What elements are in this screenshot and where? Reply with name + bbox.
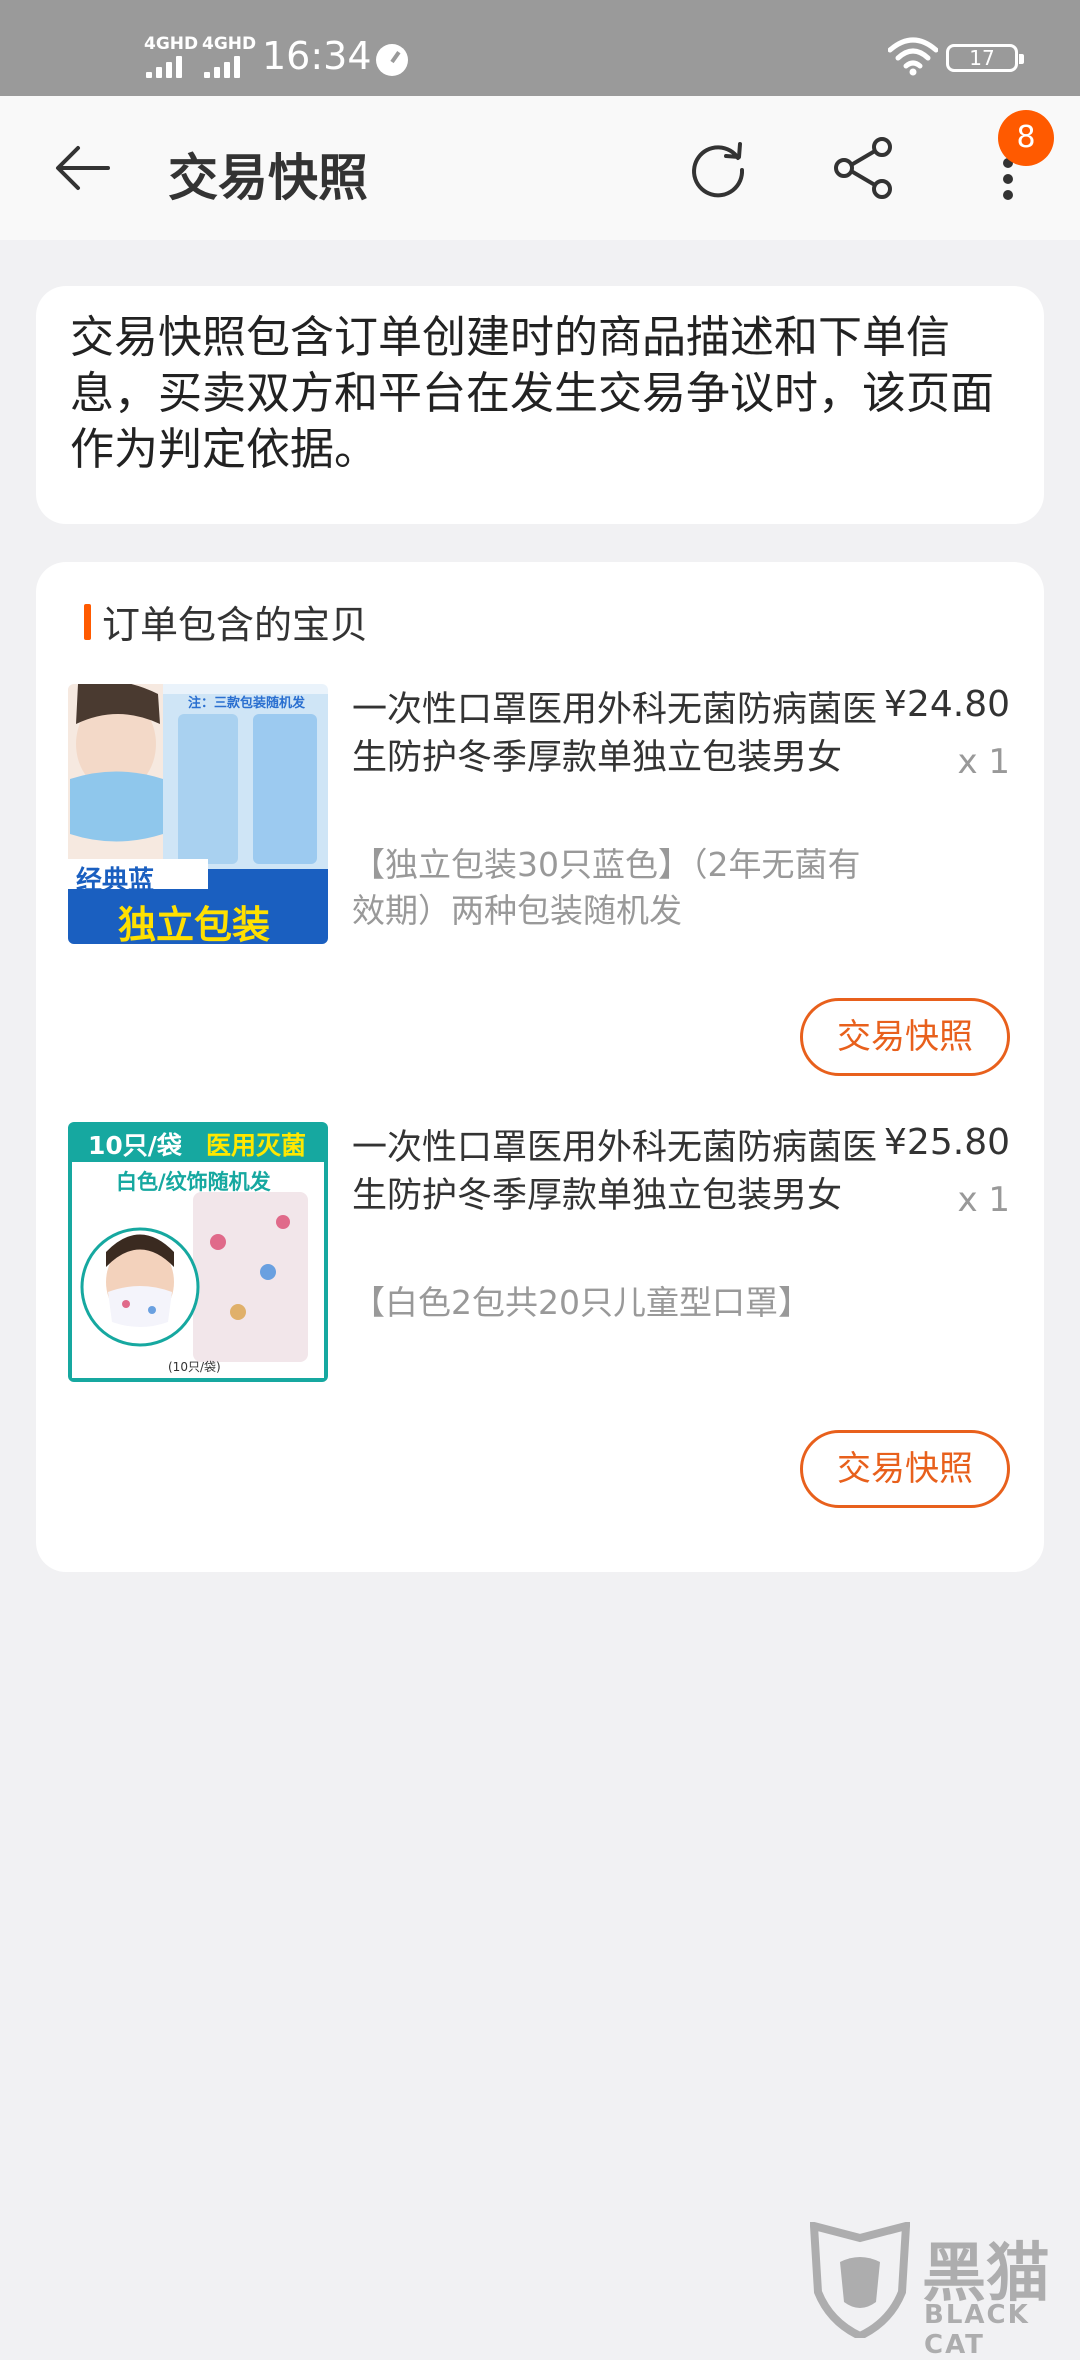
image-note: 注：三款包装随机发	[188, 696, 306, 711]
product-price: ¥24.80	[884, 684, 1010, 725]
network-type-1: 4GHD	[144, 34, 199, 54]
goods-card: 订单包含的宝贝 注：三款包装随机发 经典蓝 独立包装 一次性口罩医用外科无菌防病…	[36, 562, 1044, 1572]
watermark-en: BLACK CAT	[924, 2300, 1030, 2360]
product-name[interactable]: 一次性口罩医用外科无菌防病菌医生防护冬季厚款单独立包装男女	[352, 1124, 878, 1220]
section-marker	[84, 604, 91, 640]
product-price: ¥25.80	[884, 1122, 1010, 1163]
image-tag-1: 经典蓝	[76, 866, 155, 896]
info-text: 交易快照包含订单创建时的商品描述和下单信息，买卖双方和平台在发生交易争议时，该页…	[70, 312, 994, 475]
product-spec: 【白色2包共20只儿童型口罩】	[352, 1283, 811, 1322]
product-quantity: x 1	[957, 742, 1010, 782]
black-cat-logo-icon	[810, 2222, 910, 2338]
battery-icon: 17	[946, 44, 1024, 72]
image-foot-text: (10只/袋)	[168, 1360, 221, 1374]
battery-level: 17	[969, 46, 995, 70]
status-bar: 4GHD 4GHD 16:34 17	[0, 0, 1080, 96]
product-quantity: x 1	[957, 1180, 1010, 1220]
product-image-1[interactable]: 注：三款包装随机发 经典蓝 独立包装	[68, 684, 328, 944]
product-image-2[interactable]: 10只/袋 医用灭菌 白色/纹饰随机发 (10只/袋)	[68, 1122, 328, 1382]
image-top-text-2: 医用灭菌	[206, 1131, 307, 1160]
notification-badge: 8	[998, 110, 1054, 166]
share-icon[interactable]	[832, 136, 896, 200]
section-title: 订单包含的宝贝	[102, 603, 369, 647]
page-title: 交易快照	[168, 149, 368, 207]
image-top-text-1: 10只/袋	[88, 1131, 182, 1160]
signal-bars-icon	[146, 56, 192, 78]
top-nav-bar: 交易快照	[0, 96, 1080, 240]
info-card: 交易快照包含订单创建时的商品描述和下单信息，买卖双方和平台在发生交易争议时，该页…	[36, 286, 1044, 524]
product-name[interactable]: 一次性口罩医用外科无菌防病菌医生防护冬季厚款单独立包装男女	[352, 686, 878, 782]
watermark: 黑猫 BLACK CAT	[810, 2222, 1080, 2360]
snapshot-button[interactable]: 交易快照	[800, 998, 1010, 1076]
back-arrow-icon[interactable]	[54, 144, 110, 192]
network-type-2: 4GHD	[202, 34, 257, 54]
refresh-icon[interactable]	[686, 136, 750, 200]
clock: 16:34	[262, 34, 372, 78]
signal-bars-icon	[204, 56, 250, 78]
image-tag-2: 独立包装	[118, 903, 271, 944]
image-sub-text: 白色/纹饰随机发	[116, 1170, 271, 1194]
snapshot-button[interactable]: 交易快照	[800, 1430, 1010, 1508]
speed-gauge-icon	[376, 44, 408, 76]
wifi-icon	[888, 37, 938, 76]
product-spec: 【独立包装30只蓝色】（2年无菌有效期）两种包装随机发	[352, 845, 861, 930]
